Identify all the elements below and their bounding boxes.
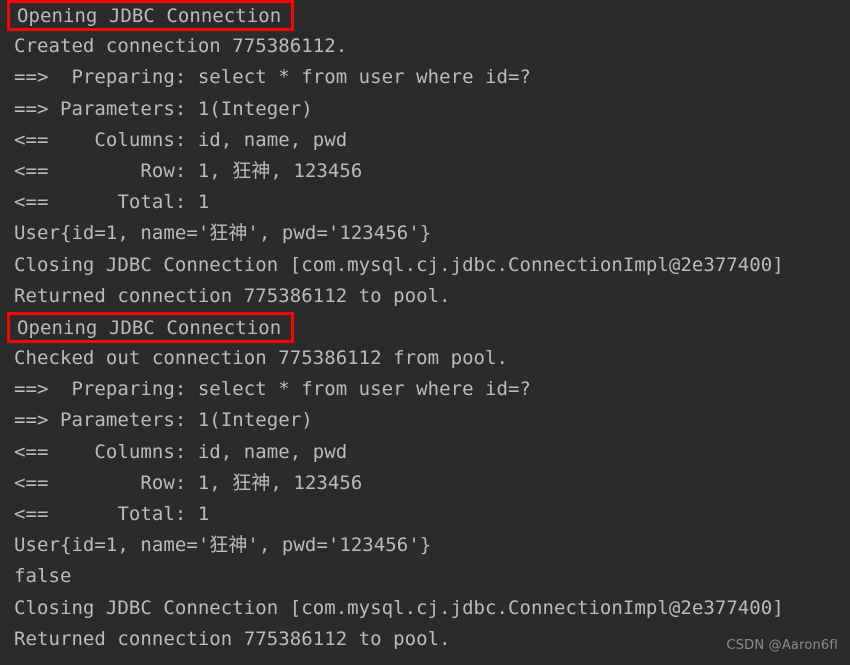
log-line: false [14,565,72,588]
highlight-box: Opening JDBC Connection [7,311,295,343]
log-line: ==> Preparing: select * from user where … [14,66,532,89]
log-line: <== Total: 1 [14,503,210,525]
log-line: Created connection 775386112. [14,35,348,58]
log-line: Returned connection 775386112 to pool. [14,627,451,650]
log-line: <== Row: 1, 狂神, 123456 [14,159,363,182]
log-line: ==> Parameters: 1(Integer) [14,97,313,120]
log-line: Closing JDBC Connection [com.mysql.cj.jd… [14,596,784,619]
log-line-list: Opening JDBC Connection Created connectio… [0,0,850,655]
log-line-highlighted: Opening JDBC Connection [0,311,850,343]
log-line: Returned connection 775386112 to pool. [14,284,451,307]
log-line: <== Total: 1 [14,191,210,214]
log-line: <== Row: 1, 狂神, 123456 [14,471,363,494]
log-line: Closing JDBC Connection [com.mysql.cj.jd… [14,253,784,276]
log-line: <== Columns: id, name, pwd [14,440,348,463]
log-line: User{id=1, name='狂神', pwd='123456'} [14,534,432,557]
csdn-watermark: CSDN @Aaron6fl [726,637,838,653]
log-line: <== Columns: id, name, pwd [14,128,348,151]
log-line: Checked out connection 775386112 from po… [14,347,509,370]
log-line-highlighted: Opening JDBC Connection [0,0,850,31]
console-output-panel[interactable]: Opening JDBC Connection Created connectio… [0,0,850,665]
log-line: ==> Preparing: select * from user where … [14,378,532,401]
highlight-box: Opening JDBC Connection [7,0,295,31]
log-line: User{id=1, name='狂神', pwd='123456'} [14,222,432,245]
log-line: ==> Parameters: 1(Integer) [14,409,313,432]
